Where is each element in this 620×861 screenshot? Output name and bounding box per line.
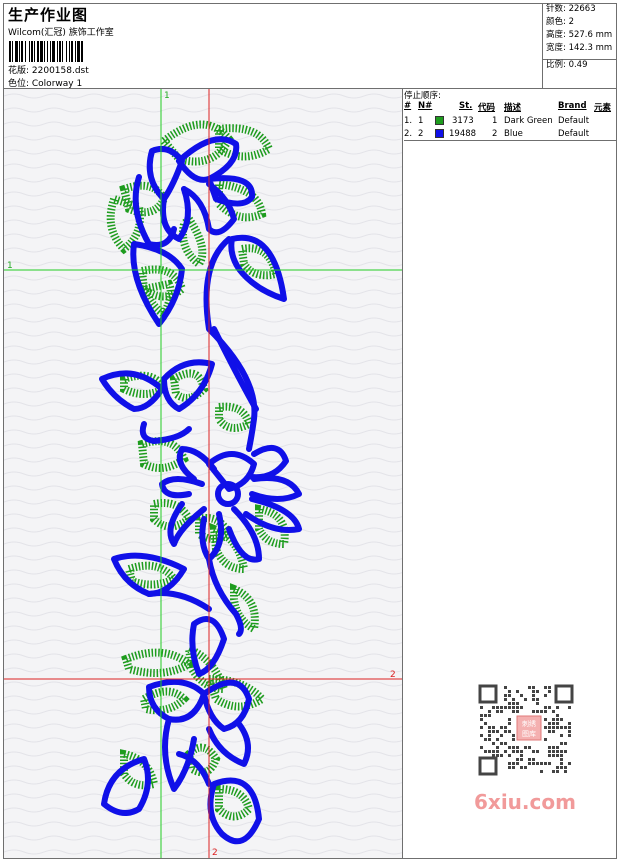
col-header-stitches: St.	[459, 101, 473, 111]
stat-stitches: 针数: 22663	[546, 4, 596, 14]
design-file-label: 花版: 2200158.dst	[8, 66, 89, 76]
embroidery-design: 1 1 2 2	[4, 89, 402, 858]
row-description: Dark Green	[504, 116, 553, 126]
row-needle: 2	[418, 129, 424, 139]
col-header-description: 描述	[504, 103, 522, 113]
guide-marker-bottom: 2	[212, 848, 218, 858]
stamp-text-top: 刺绣	[522, 719, 536, 728]
stat-height: 高度: 527.6 mm	[546, 30, 613, 40]
col-header-needle: N#	[418, 101, 433, 111]
guide-marker-right: 2	[390, 670, 396, 680]
company-subtitle: Wilcom(汇冠) 族饰工作室	[8, 28, 114, 38]
color-swatch-green	[435, 116, 444, 125]
row-code: 2	[492, 129, 498, 139]
colorway-label: 色位: Colorway 1	[8, 79, 83, 89]
row-brand: Default	[558, 116, 590, 126]
page-title: 生产作业图	[8, 6, 89, 24]
col-header-brand: Brand	[558, 101, 587, 111]
design-stats: 针数: 22663 颜色: 2 高度: 527.6 mm 宽度: 142.3 m…	[542, 3, 617, 88]
row-index: 2.	[404, 129, 413, 139]
col-header-code: 代码	[478, 103, 496, 113]
row-needle: 1	[418, 116, 424, 126]
stat-width: 宽度: 142.3 mm	[546, 43, 613, 53]
row-description: Blue	[504, 129, 523, 139]
header: 生产作业图 Wilcom(汇冠) 族饰工作室 花版: 2200158.dst 色…	[3, 3, 617, 89]
row-stitches: 3173	[452, 116, 474, 126]
panel-divider	[404, 140, 616, 141]
qr-code-watermark: 刺绣 图库	[470, 680, 582, 780]
col-header-hash: #	[404, 101, 412, 111]
row-brand: Default	[558, 129, 590, 139]
stat-colors: 颜色: 2	[546, 17, 574, 27]
watermark-site-text: 6xiu.com	[474, 790, 576, 814]
color-swatch-blue	[435, 129, 444, 138]
row-index: 1.	[404, 116, 413, 126]
barcode-image	[9, 41, 83, 62]
row-code: 1	[492, 116, 498, 126]
design-canvas[interactable]: 1 1 2 2	[4, 89, 403, 858]
stat-scale: 比例: 0.49	[546, 60, 588, 70]
guide-marker-top: 1	[164, 91, 170, 101]
row-stitches: 19488	[449, 129, 477, 139]
stamp-text-bottom: 图库	[522, 729, 536, 738]
col-header-element: 元素	[594, 103, 612, 113]
guide-marker-left: 1	[7, 261, 13, 271]
stop-sequence-title: 停止顺序:	[404, 91, 441, 101]
